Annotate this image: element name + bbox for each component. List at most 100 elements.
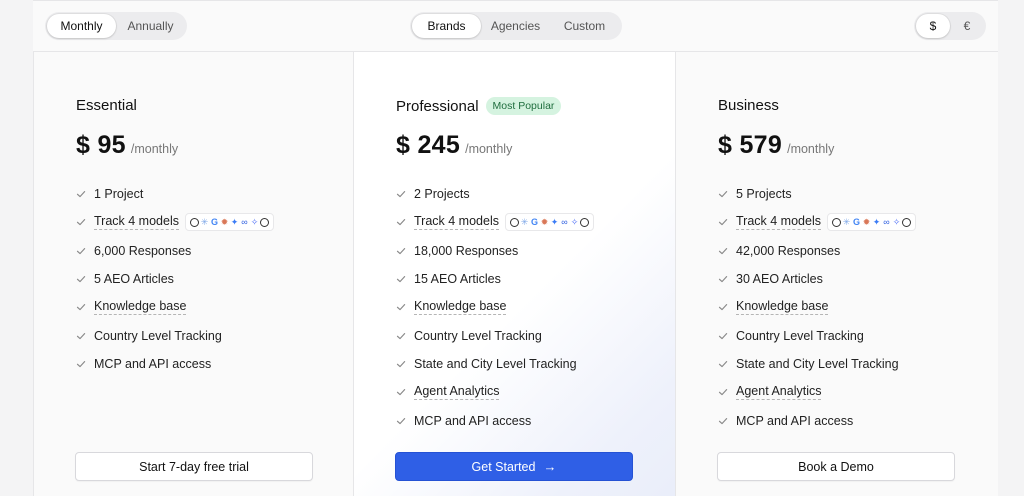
feature-item: 6,000 Responses: [76, 237, 274, 265]
check-icon: [76, 359, 86, 369]
feature-label[interactable]: Track 4 models: [94, 214, 179, 231]
check-icon: [718, 387, 728, 397]
price-amount: $ 579: [718, 131, 782, 160]
feature-item: 42,000 Responses: [718, 237, 916, 265]
check-icon: [76, 189, 86, 199]
check-icon: [718, 274, 728, 284]
meta-icon: ∞: [561, 216, 568, 227]
feature-item: 15 AEO Articles: [396, 265, 594, 293]
currency-option-usd[interactable]: $: [916, 14, 950, 38]
plan-name: Business: [718, 97, 779, 114]
feature-item: 1 Project: [76, 180, 274, 208]
feature-item: 5 AEO Articles: [76, 265, 274, 293]
cta-label: Book a Demo: [798, 459, 874, 474]
feature-label: 5 Projects: [736, 187, 792, 202]
meta-icon: ∞: [883, 216, 890, 227]
check-icon: [718, 302, 728, 312]
feature-item: State and City Level Tracking: [396, 350, 594, 378]
audience-option-agencies[interactable]: Agencies: [481, 14, 550, 38]
copilot-icon: ✧: [570, 216, 579, 227]
price-amount: $ 95: [76, 131, 126, 160]
check-icon: [718, 331, 728, 341]
check-icon: [396, 387, 406, 397]
feature-item: Knowledge base: [396, 293, 594, 321]
price-value: 95: [97, 131, 126, 159]
feature-item: Track 4 models ✳ G ✹ ✦ ∞ ✧: [396, 208, 594, 236]
audience-toggle: Brands Agencies Custom: [410, 12, 622, 40]
feature-item: 18,000 Responses: [396, 237, 594, 265]
claude-icon: ✹: [220, 216, 229, 227]
check-icon: [718, 246, 728, 256]
grok-icon: [579, 217, 589, 227]
cta-label: Start 7-day free trial: [139, 459, 249, 474]
feature-label[interactable]: Agent Analytics: [414, 384, 500, 401]
check-icon: [396, 302, 406, 312]
model-icons: ✳ G ✹ ✦ ∞ ✧: [504, 213, 594, 232]
feature-item: Country Level Tracking: [718, 321, 916, 349]
feature-label: 1 Project: [94, 187, 144, 202]
feature-label: 5 AEO Articles: [94, 272, 174, 287]
feature-label: MCP and API access: [736, 413, 854, 428]
feature-label[interactable]: Agent Analytics: [736, 384, 822, 401]
openai-icon: [831, 217, 841, 227]
book-a-demo-button[interactable]: Book a Demo: [717, 452, 955, 481]
check-icon: [396, 189, 406, 199]
feature-label[interactable]: Knowledge base: [736, 299, 829, 316]
google-icon: G: [530, 216, 538, 227]
billing-option-monthly[interactable]: Monthly: [47, 14, 116, 38]
google-icon: G: [210, 216, 218, 227]
check-icon: [76, 331, 86, 341]
openai-icon: [189, 217, 199, 227]
plan-name: Essential: [76, 97, 137, 114]
feature-label[interactable]: Track 4 models: [736, 214, 821, 231]
meta-icon: ∞: [241, 216, 248, 227]
feature-label: 6,000 Responses: [94, 243, 192, 258]
openai-icon: [509, 217, 519, 227]
feature-label[interactable]: Knowledge base: [414, 299, 507, 316]
billing-toggle: Monthly Annually: [45, 12, 187, 40]
feature-label: Country Level Tracking: [736, 328, 864, 343]
price-currency: $: [76, 131, 91, 159]
perplexity-icon: ✳: [842, 216, 851, 227]
start-7-day-free-trial-button[interactable]: Start 7-day free trial: [75, 452, 313, 481]
feature-list: 1 Project Track 4 models ✳ G ✹ ✦ ∞ ✧ 6,000 Respo…: [76, 180, 274, 378]
gemini-icon: ✦: [230, 216, 239, 227]
audience-option-brands[interactable]: Brands: [412, 14, 481, 38]
feature-item: Track 4 models ✳ G ✹ ✦ ∞ ✧: [76, 208, 274, 236]
feature-list: 5 Projects Track 4 models ✳ G ✹ ✦ ∞ ✧ 42,000 Res…: [718, 180, 916, 435]
feature-label[interactable]: Track 4 models: [414, 214, 499, 231]
gemini-icon: ✦: [872, 216, 881, 227]
feature-label: 2 Projects: [414, 187, 470, 202]
price-value: 245: [417, 131, 461, 159]
price-period: /monthly: [465, 142, 513, 156]
check-icon: [718, 217, 728, 227]
plan-price: $ 579/monthly: [718, 131, 834, 160]
plan-card-professional: Professional Most Popular $ 245/monthly 2 P…: [354, 52, 676, 496]
check-icon: [718, 416, 728, 426]
feature-label[interactable]: Knowledge base: [94, 299, 187, 316]
plan-name-row: Business: [718, 97, 779, 114]
feature-item: Knowledge base: [718, 293, 916, 321]
price-value: 579: [739, 131, 783, 159]
feature-label: 42,000 Responses: [736, 243, 841, 258]
plan-name-row: Essential: [76, 97, 137, 114]
feature-item: 2 Projects: [396, 180, 594, 208]
price-period: /monthly: [130, 142, 179, 156]
google-icon: G: [852, 216, 860, 227]
audience-option-custom[interactable]: Custom: [550, 14, 619, 38]
plan-card-business: Business $ 579/monthly 5 Projects Track 4 m…: [676, 52, 998, 496]
currency-toggle: $ €: [914, 12, 986, 40]
check-icon: [396, 416, 406, 426]
feature-label: MCP and API access: [414, 413, 532, 428]
feature-item: Country Level Tracking: [396, 321, 594, 349]
feature-item: Agent Analytics: [718, 378, 916, 406]
grok-icon: [901, 217, 911, 227]
get-started-button[interactable]: Get Started →: [395, 452, 633, 481]
currency-option-eur[interactable]: €: [950, 14, 984, 38]
perplexity-icon: ✳: [520, 216, 529, 227]
check-icon: [718, 359, 728, 369]
check-icon: [396, 274, 406, 284]
billing-option-annually[interactable]: Annually: [116, 14, 185, 38]
plan-price: $ 95/monthly: [76, 131, 178, 160]
feature-label: MCP and API access: [94, 356, 212, 371]
